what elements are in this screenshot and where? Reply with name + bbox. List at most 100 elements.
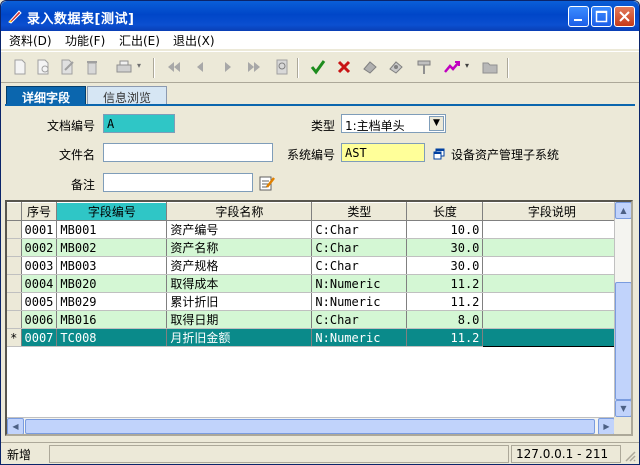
- title-bar[interactable]: 录入数据表[测试]: [1, 1, 639, 31]
- cell-length[interactable]: 30.0: [406, 238, 484, 257]
- vertical-scrollbar[interactable]: ▲ ▼: [614, 202, 631, 417]
- preview-document-icon[interactable]: [35, 58, 53, 76]
- confirm-check-icon[interactable]: [309, 58, 327, 76]
- edit-note-icon[interactable]: [259, 175, 275, 191]
- table-row[interactable]: 0006 MB016 取得日期 C:Char 8.0: [7, 310, 622, 329]
- col-header-type[interactable]: 类型: [311, 202, 408, 221]
- cell-name[interactable]: 取得日期: [166, 310, 313, 329]
- col-header-desc[interactable]: 字段说明: [482, 202, 622, 221]
- cell-code[interactable]: MB002: [56, 238, 168, 257]
- minimize-button[interactable]: [568, 6, 589, 27]
- row-indicator[interactable]: [7, 310, 22, 329]
- edit-document-icon[interactable]: [59, 58, 77, 76]
- cell-desc[interactable]: [482, 256, 622, 275]
- cell-length[interactable]: 10.0: [406, 220, 484, 239]
- next-record-icon[interactable]: [219, 58, 237, 76]
- cancel-x-icon[interactable]: [335, 58, 353, 76]
- scroll-up-button[interactable]: ▲: [615, 202, 631, 219]
- tab-info-browse[interactable]: 信息浏览: [87, 86, 167, 105]
- cell-desc[interactable]: [482, 328, 622, 347]
- cell-desc[interactable]: [482, 310, 622, 329]
- cell-length[interactable]: 11.2: [406, 328, 484, 347]
- last-record-icon[interactable]: [245, 58, 263, 76]
- cell-type[interactable]: N:Numeric: [311, 292, 408, 311]
- cell-type[interactable]: N:Numeric: [311, 328, 408, 347]
- delete-trash-icon[interactable]: [83, 58, 101, 76]
- cell-code[interactable]: MB001: [56, 220, 168, 239]
- cell-desc[interactable]: [482, 220, 622, 239]
- col-header-code[interactable]: 字段编号: [56, 202, 168, 221]
- cell-seq[interactable]: 0004: [21, 274, 58, 293]
- cell-name[interactable]: 资产编号: [166, 220, 313, 239]
- cell-seq[interactable]: 0001: [21, 220, 58, 239]
- cell-desc[interactable]: [482, 274, 622, 293]
- cell-code[interactable]: MB003: [56, 256, 168, 275]
- type-select[interactable]: 1:主档单头 ▼: [341, 114, 446, 133]
- cell-length[interactable]: 11.2: [406, 274, 484, 293]
- clear-icon[interactable]: [387, 58, 405, 76]
- table-row[interactable]: 0004 MB020 取得成本 N:Numeric 11.2: [7, 274, 622, 293]
- tools-icon[interactable]: [415, 58, 433, 76]
- cell-type[interactable]: C:Char: [311, 238, 408, 257]
- eraser-icon[interactable]: [361, 58, 379, 76]
- row-indicator[interactable]: [7, 274, 22, 293]
- popup-window-icon[interactable]: [433, 148, 445, 160]
- menu-data[interactable]: 资料(D): [9, 32, 52, 49]
- cell-desc[interactable]: [482, 238, 622, 257]
- cell-seq[interactable]: 0006: [21, 310, 58, 329]
- print-dropdown-arrow-icon[interactable]: ▾: [137, 61, 141, 70]
- horizontal-scrollbar[interactable]: ◀ ▶: [7, 417, 615, 434]
- chart-trend-icon[interactable]: [443, 58, 461, 76]
- scroll-down-button[interactable]: ▼: [615, 400, 631, 417]
- previous-record-icon[interactable]: [191, 58, 209, 76]
- close-button[interactable]: [614, 6, 635, 27]
- search-record-icon[interactable]: [273, 58, 291, 76]
- row-indicator[interactable]: [7, 238, 22, 257]
- menu-exit[interactable]: 退出(X): [173, 32, 215, 49]
- cell-length[interactable]: 11.2: [406, 292, 484, 311]
- cell-type[interactable]: C:Char: [311, 220, 408, 239]
- doc-no-input[interactable]: A: [103, 114, 175, 133]
- scroll-thumb-vertical[interactable]: [615, 282, 631, 400]
- table-row[interactable]: 0002 MB002 资产名称 C:Char 30.0: [7, 238, 622, 257]
- resize-grip-icon[interactable]: [623, 449, 636, 462]
- cell-seq[interactable]: 0007: [21, 328, 58, 347]
- scroll-left-button[interactable]: ◀: [7, 418, 24, 434]
- cell-length[interactable]: 8.0: [406, 310, 484, 329]
- cell-name[interactable]: 资产名称: [166, 238, 313, 257]
- new-row-marker[interactable]: *: [7, 328, 22, 347]
- first-record-icon[interactable]: [165, 58, 183, 76]
- table-row-selected[interactable]: * 0007 TC008 月折旧金额 N:Numeric 11.2: [7, 328, 622, 347]
- folder-icon[interactable]: [481, 58, 499, 76]
- remark-input[interactable]: [103, 173, 253, 192]
- cell-type[interactable]: C:Char: [311, 310, 408, 329]
- col-header-name[interactable]: 字段名称: [166, 202, 313, 221]
- cell-code[interactable]: MB016: [56, 310, 168, 329]
- filename-input[interactable]: [103, 143, 273, 162]
- cell-name[interactable]: 累计折旧: [166, 292, 313, 311]
- table-row[interactable]: 0001 MB001 资产编号 C:Char 10.0: [7, 220, 622, 239]
- row-indicator[interactable]: [7, 256, 22, 275]
- cell-code[interactable]: MB020: [56, 274, 168, 293]
- maximize-button[interactable]: [591, 6, 612, 27]
- table-row[interactable]: 0005 MB029 累计折旧 N:Numeric 11.2: [7, 292, 622, 311]
- cell-name[interactable]: 取得成本: [166, 274, 313, 293]
- col-header-seq[interactable]: 序号: [21, 202, 58, 221]
- menu-export[interactable]: 汇出(E): [119, 32, 160, 49]
- tab-detail-fields[interactable]: 详细字段: [6, 86, 86, 105]
- cell-length[interactable]: 30.0: [406, 256, 484, 275]
- cell-desc[interactable]: [482, 292, 622, 311]
- chart-dropdown-arrow-icon[interactable]: ▾: [465, 61, 469, 70]
- cell-type[interactable]: N:Numeric: [311, 274, 408, 293]
- cell-code[interactable]: MB029: [56, 292, 168, 311]
- cell-name[interactable]: 月折旧金额: [166, 328, 313, 347]
- scroll-right-button[interactable]: ▶: [598, 418, 615, 434]
- cell-seq[interactable]: 0005: [21, 292, 58, 311]
- cell-name[interactable]: 资产规格: [166, 256, 313, 275]
- cell-type[interactable]: C:Char: [311, 256, 408, 275]
- col-header-length[interactable]: 长度: [406, 202, 484, 221]
- new-document-icon[interactable]: [11, 58, 29, 76]
- cell-seq[interactable]: 0002: [21, 238, 58, 257]
- menu-function[interactable]: 功能(F): [65, 32, 105, 49]
- sysno-input[interactable]: AST: [341, 143, 425, 162]
